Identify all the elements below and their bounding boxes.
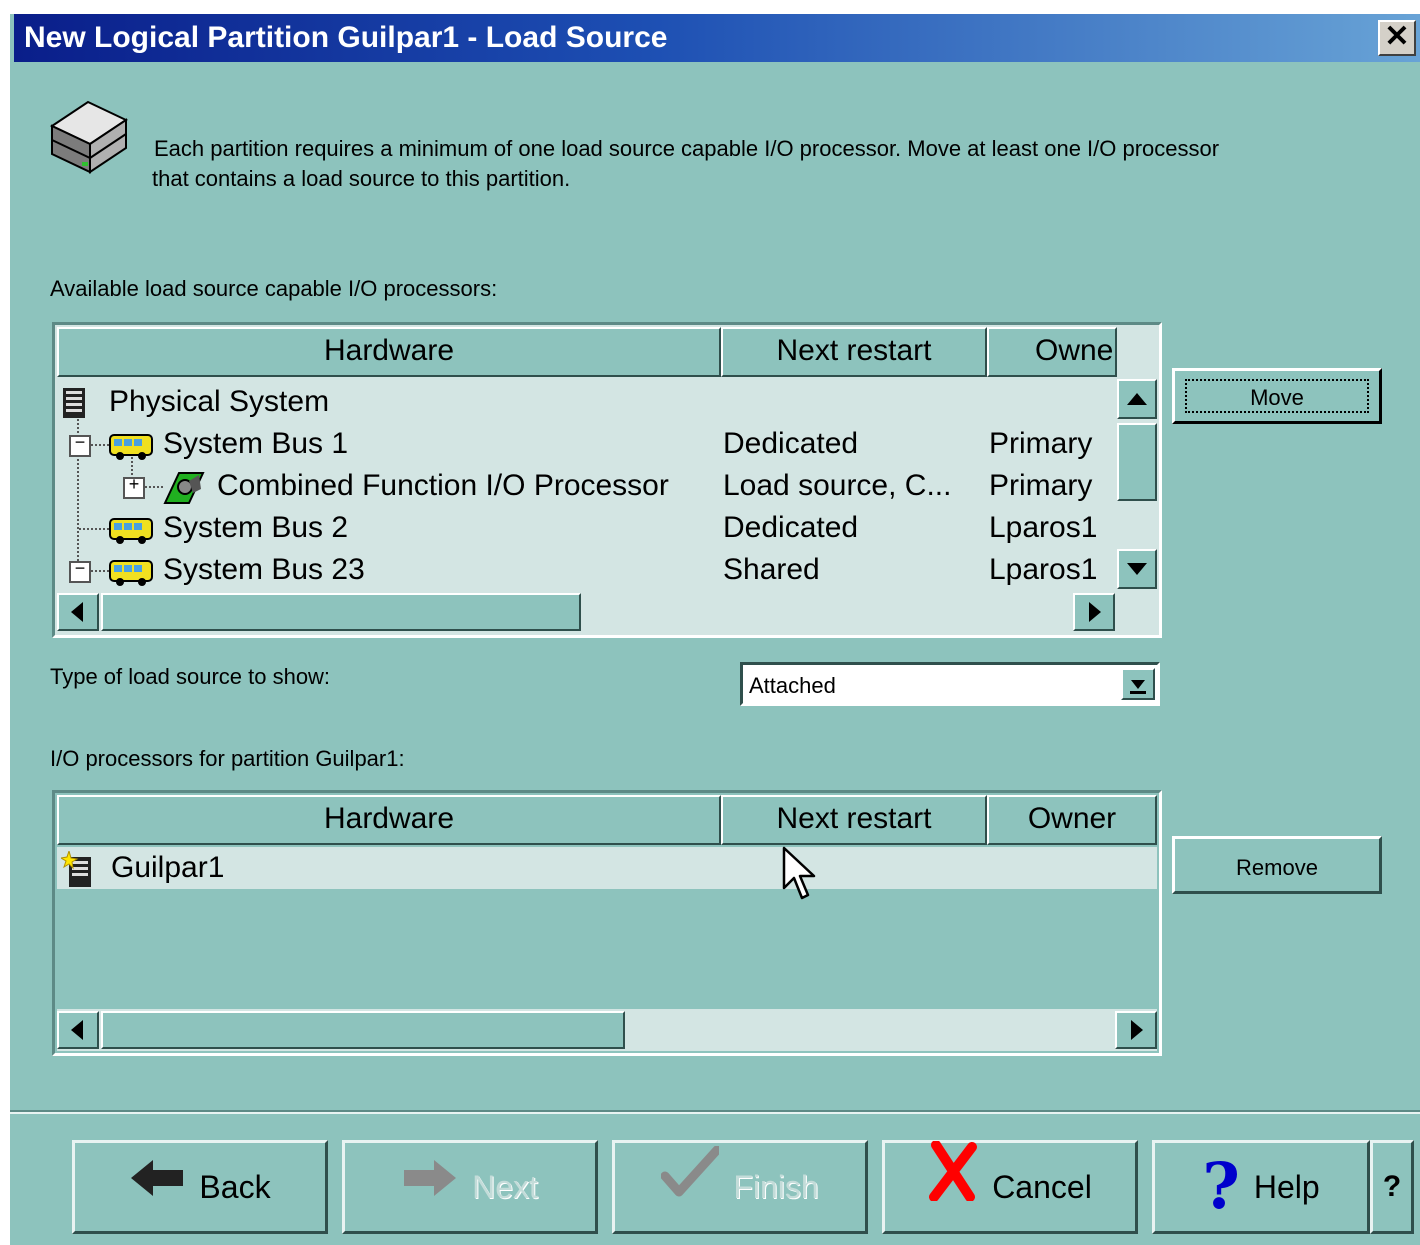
new-partition-icon: [59, 849, 95, 899]
column-header-hardware[interactable]: Hardware: [57, 327, 721, 377]
help-button[interactable]: ? Help: [1152, 1140, 1370, 1234]
column-header-next-restart[interactable]: Next restart: [721, 795, 987, 845]
column-header-hardware[interactable]: Hardware: [57, 795, 721, 845]
select-value: Attached: [749, 673, 836, 698]
intro-text-line2: that contains a load source to this part…: [152, 166, 571, 191]
available-list-label: Available load source capable I/O proces…: [50, 276, 498, 301]
expand-toggle[interactable]: +: [123, 477, 145, 499]
type-filter-label: Type of load source to show:: [50, 664, 331, 689]
cancel-button-label: Cancel: [992, 1169, 1092, 1205]
hardware-cell: Guilpar1: [111, 851, 225, 884]
help-button-label: Help: [1253, 1169, 1320, 1205]
close-button[interactable]: ✕: [1378, 20, 1416, 56]
finish-button-label: Finish: [733, 1169, 819, 1205]
collapse-toggle[interactable]: −: [69, 561, 91, 583]
help-question-icon: ?: [1202, 1149, 1240, 1224]
next-restart-cell: Dedicated: [723, 511, 859, 544]
window-title: New Logical Partition Guilpar1 - Load So…: [14, 14, 1420, 62]
horizontal-scrollbar[interactable]: [57, 591, 1117, 633]
cancel-x-icon: [928, 1139, 978, 1234]
hardware-cell: System Bus 1: [163, 427, 349, 460]
separator: [10, 1110, 1420, 1114]
available-tree-table[interactable]: Hardware Next restart Owne Physical Syst…: [52, 322, 1162, 638]
mouse-cursor-icon: [782, 846, 818, 904]
finish-button[interactable]: Finish: [612, 1140, 868, 1234]
move-button-label: Move: [1250, 385, 1304, 410]
scroll-up-arrow[interactable]: [1117, 379, 1157, 419]
partition-table[interactable]: Hardware Next restart Owner Guilpar1: [52, 790, 1162, 1056]
back-arrow-icon: [129, 1143, 185, 1231]
column-header-owner[interactable]: Owne: [987, 327, 1117, 377]
column-header-owner[interactable]: Owner: [987, 795, 1157, 845]
scroll-down-arrow[interactable]: [1117, 549, 1157, 589]
vertical-scrollbar[interactable]: [1117, 379, 1157, 591]
next-restart-cell: Dedicated: [723, 427, 859, 460]
table-row[interactable]: Guilpar1: [57, 847, 1157, 889]
scroll-thumb[interactable]: [101, 593, 581, 631]
hardware-cell: System Bus 23: [163, 553, 365, 586]
column-header-next-restart[interactable]: Next restart: [721, 327, 987, 377]
tree-row[interactable]: − System Bus 1 Dedicated Primary: [61, 423, 1111, 465]
hardware-cell: Combined Function I/O Processor: [217, 469, 669, 502]
tree-connector: [91, 570, 109, 572]
whats-this-button[interactable]: ?: [1370, 1140, 1414, 1234]
owner-cell: Lparos1: [989, 553, 1098, 586]
disk-drive-icon: [46, 96, 130, 176]
checkmark-icon: [660, 1143, 722, 1231]
next-button-label: Next: [472, 1169, 538, 1205]
tree-row[interactable]: − System Bus 23 Shared Lparos1: [61, 549, 1111, 591]
remove-button-label: Remove: [1236, 855, 1318, 880]
scroll-right-arrow[interactable]: [1115, 1011, 1157, 1049]
owner-cell: Primary: [989, 427, 1093, 460]
scroll-left-arrow[interactable]: [57, 1011, 99, 1049]
cancel-button[interactable]: Cancel: [882, 1139, 1138, 1234]
owner-cell: Primary: [989, 469, 1093, 502]
next-arrow-icon: [402, 1143, 458, 1231]
remove-button[interactable]: Remove: [1172, 836, 1382, 894]
owner-cell: Lparos1: [989, 511, 1098, 544]
tree-connector: [79, 528, 109, 530]
tree-connector: [145, 486, 163, 488]
scroll-thumb[interactable]: [1117, 423, 1157, 501]
tree-row[interactable]: Physical System: [61, 381, 1111, 423]
load-source-type-select[interactable]: Attached: [740, 662, 1160, 706]
scroll-thumb[interactable]: [101, 1011, 625, 1049]
next-button[interactable]: Next: [342, 1140, 598, 1234]
tree-row[interactable]: + Combined Function I/O Processor Load s…: [61, 465, 1111, 507]
scroll-right-arrow[interactable]: [1073, 593, 1115, 631]
partition-list-label: I/O processors for partition Guilpar1:: [50, 746, 405, 771]
tree-row[interactable]: System Bus 2 Dedicated Lparos1: [61, 507, 1111, 549]
dropdown-arrow-icon[interactable]: [1121, 668, 1155, 700]
horizontal-scrollbar[interactable]: [57, 1009, 1157, 1051]
next-restart-cell: Load source, C...: [723, 469, 952, 502]
next-restart-cell: Shared: [723, 553, 820, 586]
hardware-cell: System Bus 2: [163, 511, 349, 544]
scroll-left-arrow[interactable]: [57, 593, 99, 631]
intro-text-line1: Each partition requires a minimum of one…: [154, 136, 1220, 161]
move-button[interactable]: Move: [1172, 368, 1382, 424]
back-button-label: Back: [199, 1169, 271, 1205]
whats-this-label: ?: [1382, 1170, 1402, 1203]
back-button[interactable]: Back: [72, 1140, 328, 1234]
hardware-cell: Physical System: [109, 385, 330, 418]
tree-connector: [91, 444, 109, 446]
collapse-toggle[interactable]: −: [69, 435, 91, 457]
